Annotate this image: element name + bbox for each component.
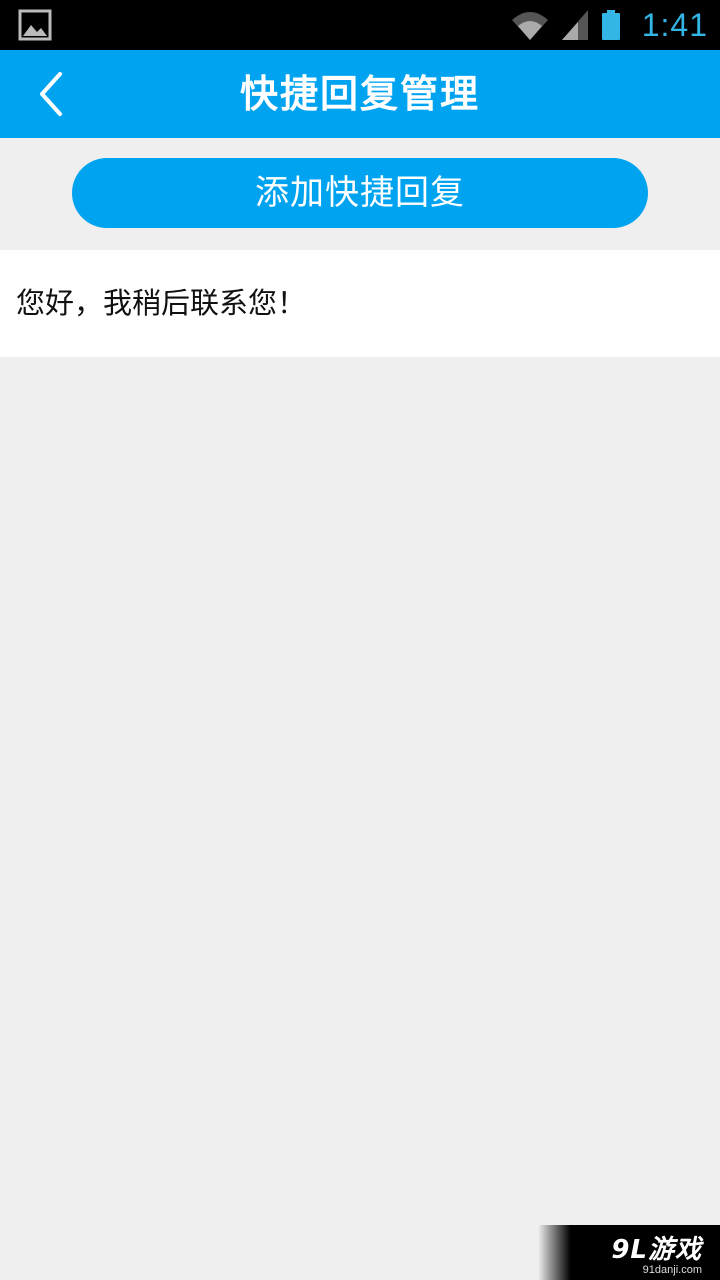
watermark-url: 91danji.com <box>642 1264 702 1276</box>
status-icons: 1:41 <box>510 0 708 50</box>
watermark: 9L游戏 91danji.com <box>538 1225 720 1280</box>
status-bar: 1:41 <box>0 0 720 50</box>
quick-reply-item[interactable]: 您好，我稍后联系您！ <box>0 250 720 357</box>
wifi-icon <box>511 12 548 40</box>
title-bar: 快捷回复管理 <box>0 50 720 138</box>
gallery-icon <box>18 9 52 41</box>
page-title: 快捷回复管理 <box>239 72 480 116</box>
quick-reply-list: 您好，我稍后联系您！ <box>0 250 720 357</box>
status-time: 1:41 <box>641 6 708 43</box>
watermark-logo: 9L游戏 <box>611 1235 702 1265</box>
add-quick-reply-button[interactable]: 添加快捷回复 <box>72 158 648 228</box>
signal-icon <box>561 10 588 40</box>
battery-icon <box>601 10 620 40</box>
